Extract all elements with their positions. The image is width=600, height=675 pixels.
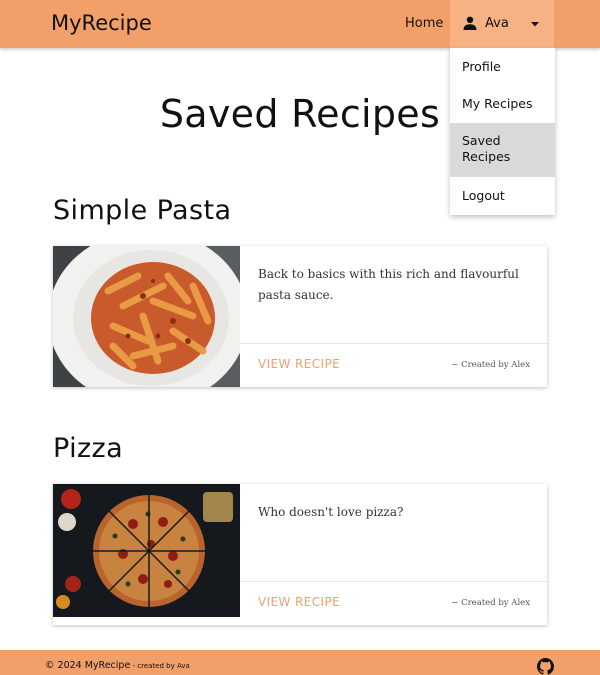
pasta-image — [53, 246, 240, 387]
recipe-author: ~ Created by Alex — [451, 598, 530, 608]
view-recipe-link[interactable]: VIEW RECIPE — [258, 357, 340, 371]
recipe-description: Back to basics with this rich and flavou… — [258, 267, 519, 302]
brand-logo[interactable]: MyRecipe — [51, 11, 152, 35]
recipe-card: Back to basics with this rich and flavou… — [53, 246, 547, 387]
footer-credit: - created by Ava — [130, 662, 190, 670]
pizza-image — [53, 484, 240, 625]
copyright-text: © 2024 MyRecipe — [45, 660, 131, 671]
menu-item-my-recipes[interactable]: My Recipes — [450, 96, 555, 112]
view-recipe-link[interactable]: VIEW RECIPE — [258, 595, 340, 609]
user-menu-button[interactable]: Ava — [450, 0, 554, 48]
user-dropdown-menu: Profile My Recipes Saved Recipes Logout — [450, 48, 555, 215]
recipe-author: ~ Created by Alex — [451, 360, 530, 370]
footer: © 2024 MyRecipe - created by Ava — [0, 650, 600, 675]
caret-down-icon — [531, 22, 539, 27]
navbar: MyRecipe Home Ava — [0, 0, 600, 48]
recipe-description: Who doesn't love pizza? — [258, 505, 404, 519]
nav-home-link[interactable]: Home — [405, 16, 443, 31]
card-divider — [240, 343, 547, 344]
footer-copyright: © 2024 MyRecipe - created by Ava — [45, 660, 190, 671]
card-divider — [240, 581, 547, 582]
person-icon — [463, 16, 477, 30]
recipe-title: Simple Pasta — [53, 195, 232, 226]
recipe-card: Who doesn't love pizza? VIEW RECIPE ~ Cr… — [53, 484, 547, 625]
menu-item-saved-recipes[interactable]: Saved Recipes — [450, 123, 555, 177]
recipe-title: Pizza — [53, 433, 124, 464]
menu-item-logout[interactable]: Logout — [450, 188, 555, 204]
menu-item-profile[interactable]: Profile — [450, 59, 555, 75]
user-name: Ava — [485, 16, 509, 31]
github-icon[interactable] — [537, 658, 554, 675]
